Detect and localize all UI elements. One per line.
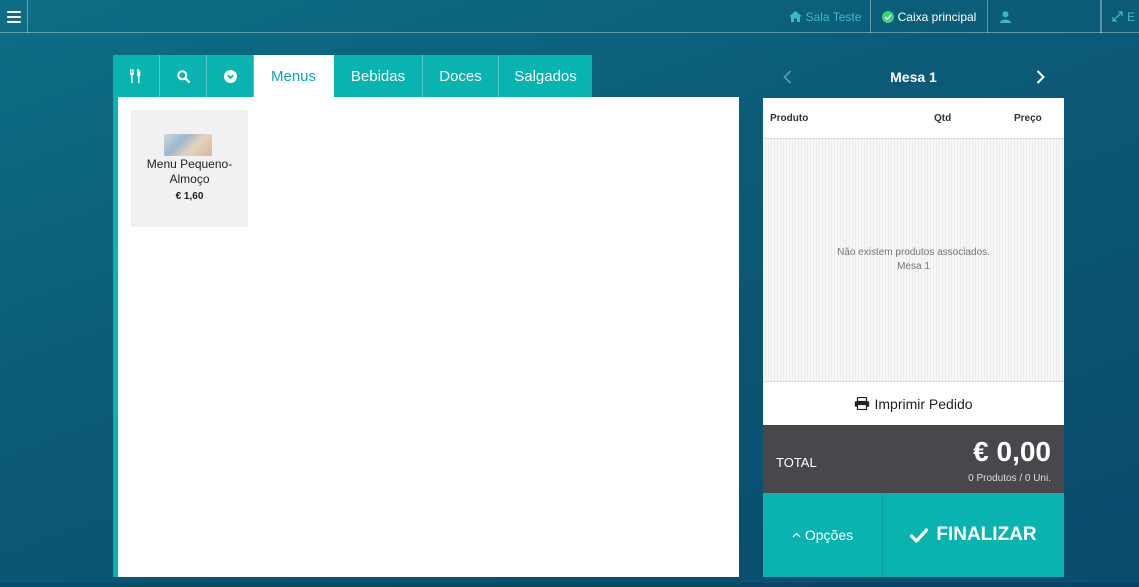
tab-search[interactable] xyxy=(160,55,207,97)
tab-categories[interactable] xyxy=(113,55,160,97)
total-value: € 0,00 xyxy=(973,436,1051,467)
chevron-right-icon xyxy=(1036,70,1045,84)
options-button[interactable]: Opções xyxy=(763,493,883,577)
cash-register-selector[interactable]: Caixa principal xyxy=(871,0,988,33)
order-header: Mesa 1 xyxy=(763,60,1064,94)
column-preco: Preço xyxy=(1014,113,1042,124)
category-tabs: Menus Bebidas Doces Salgados xyxy=(113,55,592,97)
cash-register-label: Caixa principal xyxy=(897,9,977,24)
tab-doces[interactable]: Doces xyxy=(423,55,499,97)
tab-bebidas-label: Bebidas xyxy=(350,67,406,85)
product-card[interactable]: Menu Pequeno-Almoço € 1,60 xyxy=(131,110,248,227)
table-title: Mesa 1 xyxy=(890,69,937,85)
tab-menus[interactable]: Menus xyxy=(254,55,334,97)
tab-salgados-label: Salgados xyxy=(514,67,577,85)
fullscreen-toggle[interactable]: E xyxy=(1101,0,1139,33)
print-icon xyxy=(855,397,870,410)
menu-button[interactable] xyxy=(0,0,28,33)
home-icon xyxy=(788,11,802,22)
finalize-label: FINALIZAR xyxy=(936,524,1037,545)
tab-menus-label: Menus xyxy=(270,67,317,85)
print-order-button[interactable]: Imprimir Pedido xyxy=(763,382,1064,425)
top-bar: Sala Teste Caixa principal E xyxy=(0,0,1139,33)
check-icon xyxy=(910,527,929,543)
check-circle-icon xyxy=(881,10,894,23)
empty-order-message: Não existem produtos associados. xyxy=(837,247,990,258)
chevron-left-icon xyxy=(782,70,791,84)
column-qtd: Qtd xyxy=(934,113,952,124)
order-panel: Produto Qtd Preço Não existem produtos a… xyxy=(763,98,1064,425)
user-icon xyxy=(1000,10,1011,23)
room-label: Sala Teste xyxy=(805,9,862,24)
chevron-up-icon xyxy=(792,532,801,538)
products-grid: Menu Pequeno-Almoço € 1,60 xyxy=(113,97,739,577)
print-order-label: Imprimir Pedido xyxy=(874,395,973,412)
order-actions: Opções FINALIZAR xyxy=(763,493,1064,577)
product-price: € 1,60 xyxy=(175,191,204,202)
expand-icon xyxy=(1112,11,1123,22)
total-panel: TOTAL € 0,00 0 Produtos / 0 Uni. xyxy=(763,425,1064,493)
tab-salgados[interactable]: Salgados xyxy=(499,55,592,97)
bottom-strip xyxy=(0,583,1139,587)
user-menu[interactable] xyxy=(988,0,1101,33)
products-panel: Menus Bebidas Doces Salgados Menu Pequen… xyxy=(113,55,739,577)
next-table-button[interactable] xyxy=(1028,65,1052,89)
product-image xyxy=(164,134,212,156)
room-selector[interactable]: Sala Teste xyxy=(780,0,871,33)
search-icon xyxy=(176,69,190,83)
tab-more[interactable] xyxy=(207,55,254,97)
total-label: TOTAL xyxy=(776,455,817,470)
fullscreen-label: E xyxy=(1127,9,1136,24)
options-label: Opções xyxy=(804,527,854,543)
order-items-list: Não existem produtos associados. Mesa 1 xyxy=(763,139,1064,382)
empty-order-table: Mesa 1 xyxy=(897,261,930,272)
column-produto: Produto xyxy=(770,113,809,124)
hamburger-icon xyxy=(6,10,21,23)
tab-bebidas[interactable]: Bebidas xyxy=(334,55,423,97)
finalize-button[interactable]: FINALIZAR xyxy=(883,493,1064,577)
product-name: Menu Pequeno-Almoço xyxy=(146,157,233,186)
cutlery-icon xyxy=(130,69,141,83)
chevron-circle-down-icon xyxy=(223,69,237,83)
previous-table-button[interactable] xyxy=(775,65,799,89)
order-table-header: Produto Qtd Preço xyxy=(763,98,1064,139)
tab-doces-label: Doces xyxy=(439,67,482,85)
total-summary: 0 Produtos / 0 Uni. xyxy=(968,473,1051,484)
